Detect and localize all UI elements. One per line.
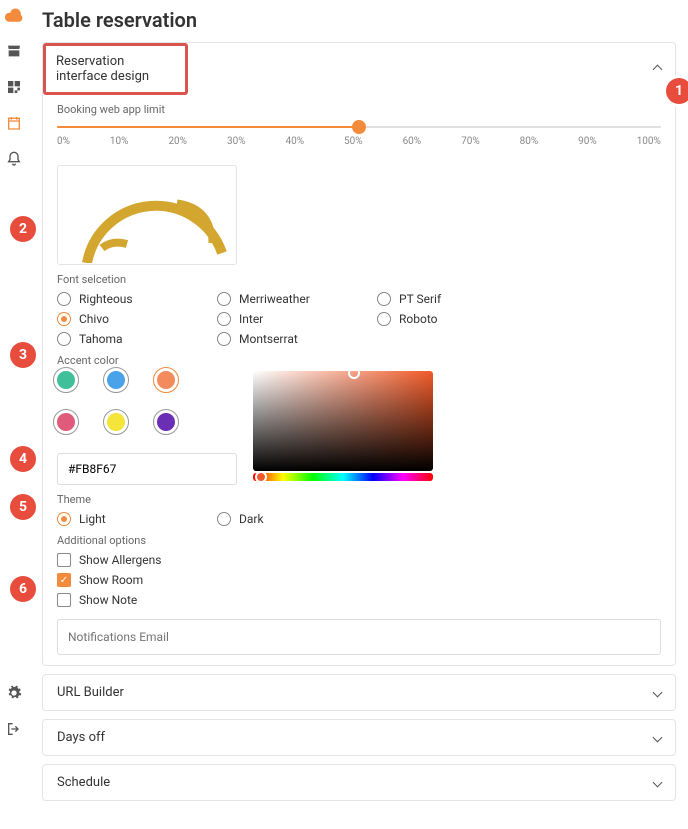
bell-icon[interactable] bbox=[5, 150, 23, 168]
radio-inter[interactable]: Inter bbox=[217, 312, 337, 326]
checkbox-room[interactable]: ✓Show Room bbox=[57, 573, 661, 587]
left-sidebar bbox=[0, 0, 28, 829]
swatch-blue[interactable] bbox=[107, 371, 125, 389]
logout-icon[interactable] bbox=[5, 720, 23, 738]
panel-design: Reservation interface design Booking web… bbox=[42, 42, 676, 666]
color-swatches bbox=[57, 371, 237, 431]
callout-2: 2 bbox=[10, 216, 36, 242]
panel-days-off[interactable]: Days off bbox=[42, 719, 676, 756]
notifications-email-input[interactable] bbox=[57, 619, 661, 655]
qr-icon[interactable] bbox=[5, 78, 23, 96]
gear-icon[interactable] bbox=[5, 684, 23, 702]
calendar-icon[interactable] bbox=[5, 114, 23, 132]
booking-slider[interactable]: 0%10%20%30%40%50%60%70%80%90%100% bbox=[57, 120, 661, 165]
chevron-down-icon bbox=[654, 685, 661, 700]
logo-preview bbox=[57, 165, 237, 265]
hue-slider[interactable] bbox=[253, 473, 433, 481]
slider-ticks: 0%10%20%30%40%50%60%70%80%90%100% bbox=[57, 136, 661, 147]
additional-section-label: Additional options bbox=[57, 534, 661, 547]
swatch-yellow[interactable] bbox=[107, 413, 125, 431]
radio-merriweather[interactable]: Merriweather bbox=[217, 292, 337, 306]
callout-3: 3 bbox=[10, 342, 36, 368]
cloud-icon[interactable] bbox=[5, 6, 23, 24]
swatch-purple[interactable] bbox=[157, 413, 175, 431]
chevron-up-icon[interactable] bbox=[654, 62, 661, 77]
color-picker[interactable] bbox=[253, 371, 433, 471]
page-title: Table reservation bbox=[42, 8, 676, 32]
theme-section-label: Theme bbox=[57, 493, 661, 506]
radio-montserrat[interactable]: Montserrat bbox=[217, 332, 337, 346]
radio-chivo[interactable]: Chivo bbox=[57, 312, 177, 326]
callout-4: 4 bbox=[10, 446, 36, 472]
accent-section-label: Accent color bbox=[57, 354, 661, 367]
swatch-orange[interactable] bbox=[157, 371, 175, 389]
chevron-down-icon bbox=[654, 730, 661, 745]
chevron-down-icon bbox=[654, 775, 661, 790]
radio-light[interactable]: Light bbox=[57, 512, 177, 526]
store-icon[interactable] bbox=[5, 42, 23, 60]
checkbox-allergens[interactable]: Show Allergens bbox=[57, 553, 661, 567]
swatch-pink[interactable] bbox=[57, 413, 75, 431]
booking-limit-label: Booking web app limit bbox=[57, 103, 661, 116]
panel-url-builder[interactable]: URL Builder bbox=[42, 674, 676, 711]
checkbox-note[interactable]: Show Note bbox=[57, 593, 661, 607]
callout-6: 6 bbox=[10, 576, 36, 602]
callout-1: 1 bbox=[666, 78, 688, 104]
font-section-label: Font selcetion bbox=[57, 273, 661, 286]
radio-roboto[interactable]: Roboto bbox=[377, 312, 497, 326]
radio-tahoma[interactable]: Tahoma bbox=[57, 332, 177, 346]
radio-righteous[interactable]: Righteous bbox=[57, 292, 177, 306]
panel-schedule[interactable]: Schedule bbox=[42, 764, 676, 801]
radio-ptserif[interactable]: PT Serif bbox=[377, 292, 497, 306]
radio-dark[interactable]: Dark bbox=[217, 512, 337, 526]
swatch-teal[interactable] bbox=[57, 371, 75, 389]
callout-5: 5 bbox=[10, 494, 36, 520]
hex-input[interactable] bbox=[57, 453, 237, 485]
panel-design-title: Reservation interface design bbox=[56, 54, 149, 84]
highlighted-panel-title[interactable]: Reservation interface design bbox=[43, 43, 188, 95]
